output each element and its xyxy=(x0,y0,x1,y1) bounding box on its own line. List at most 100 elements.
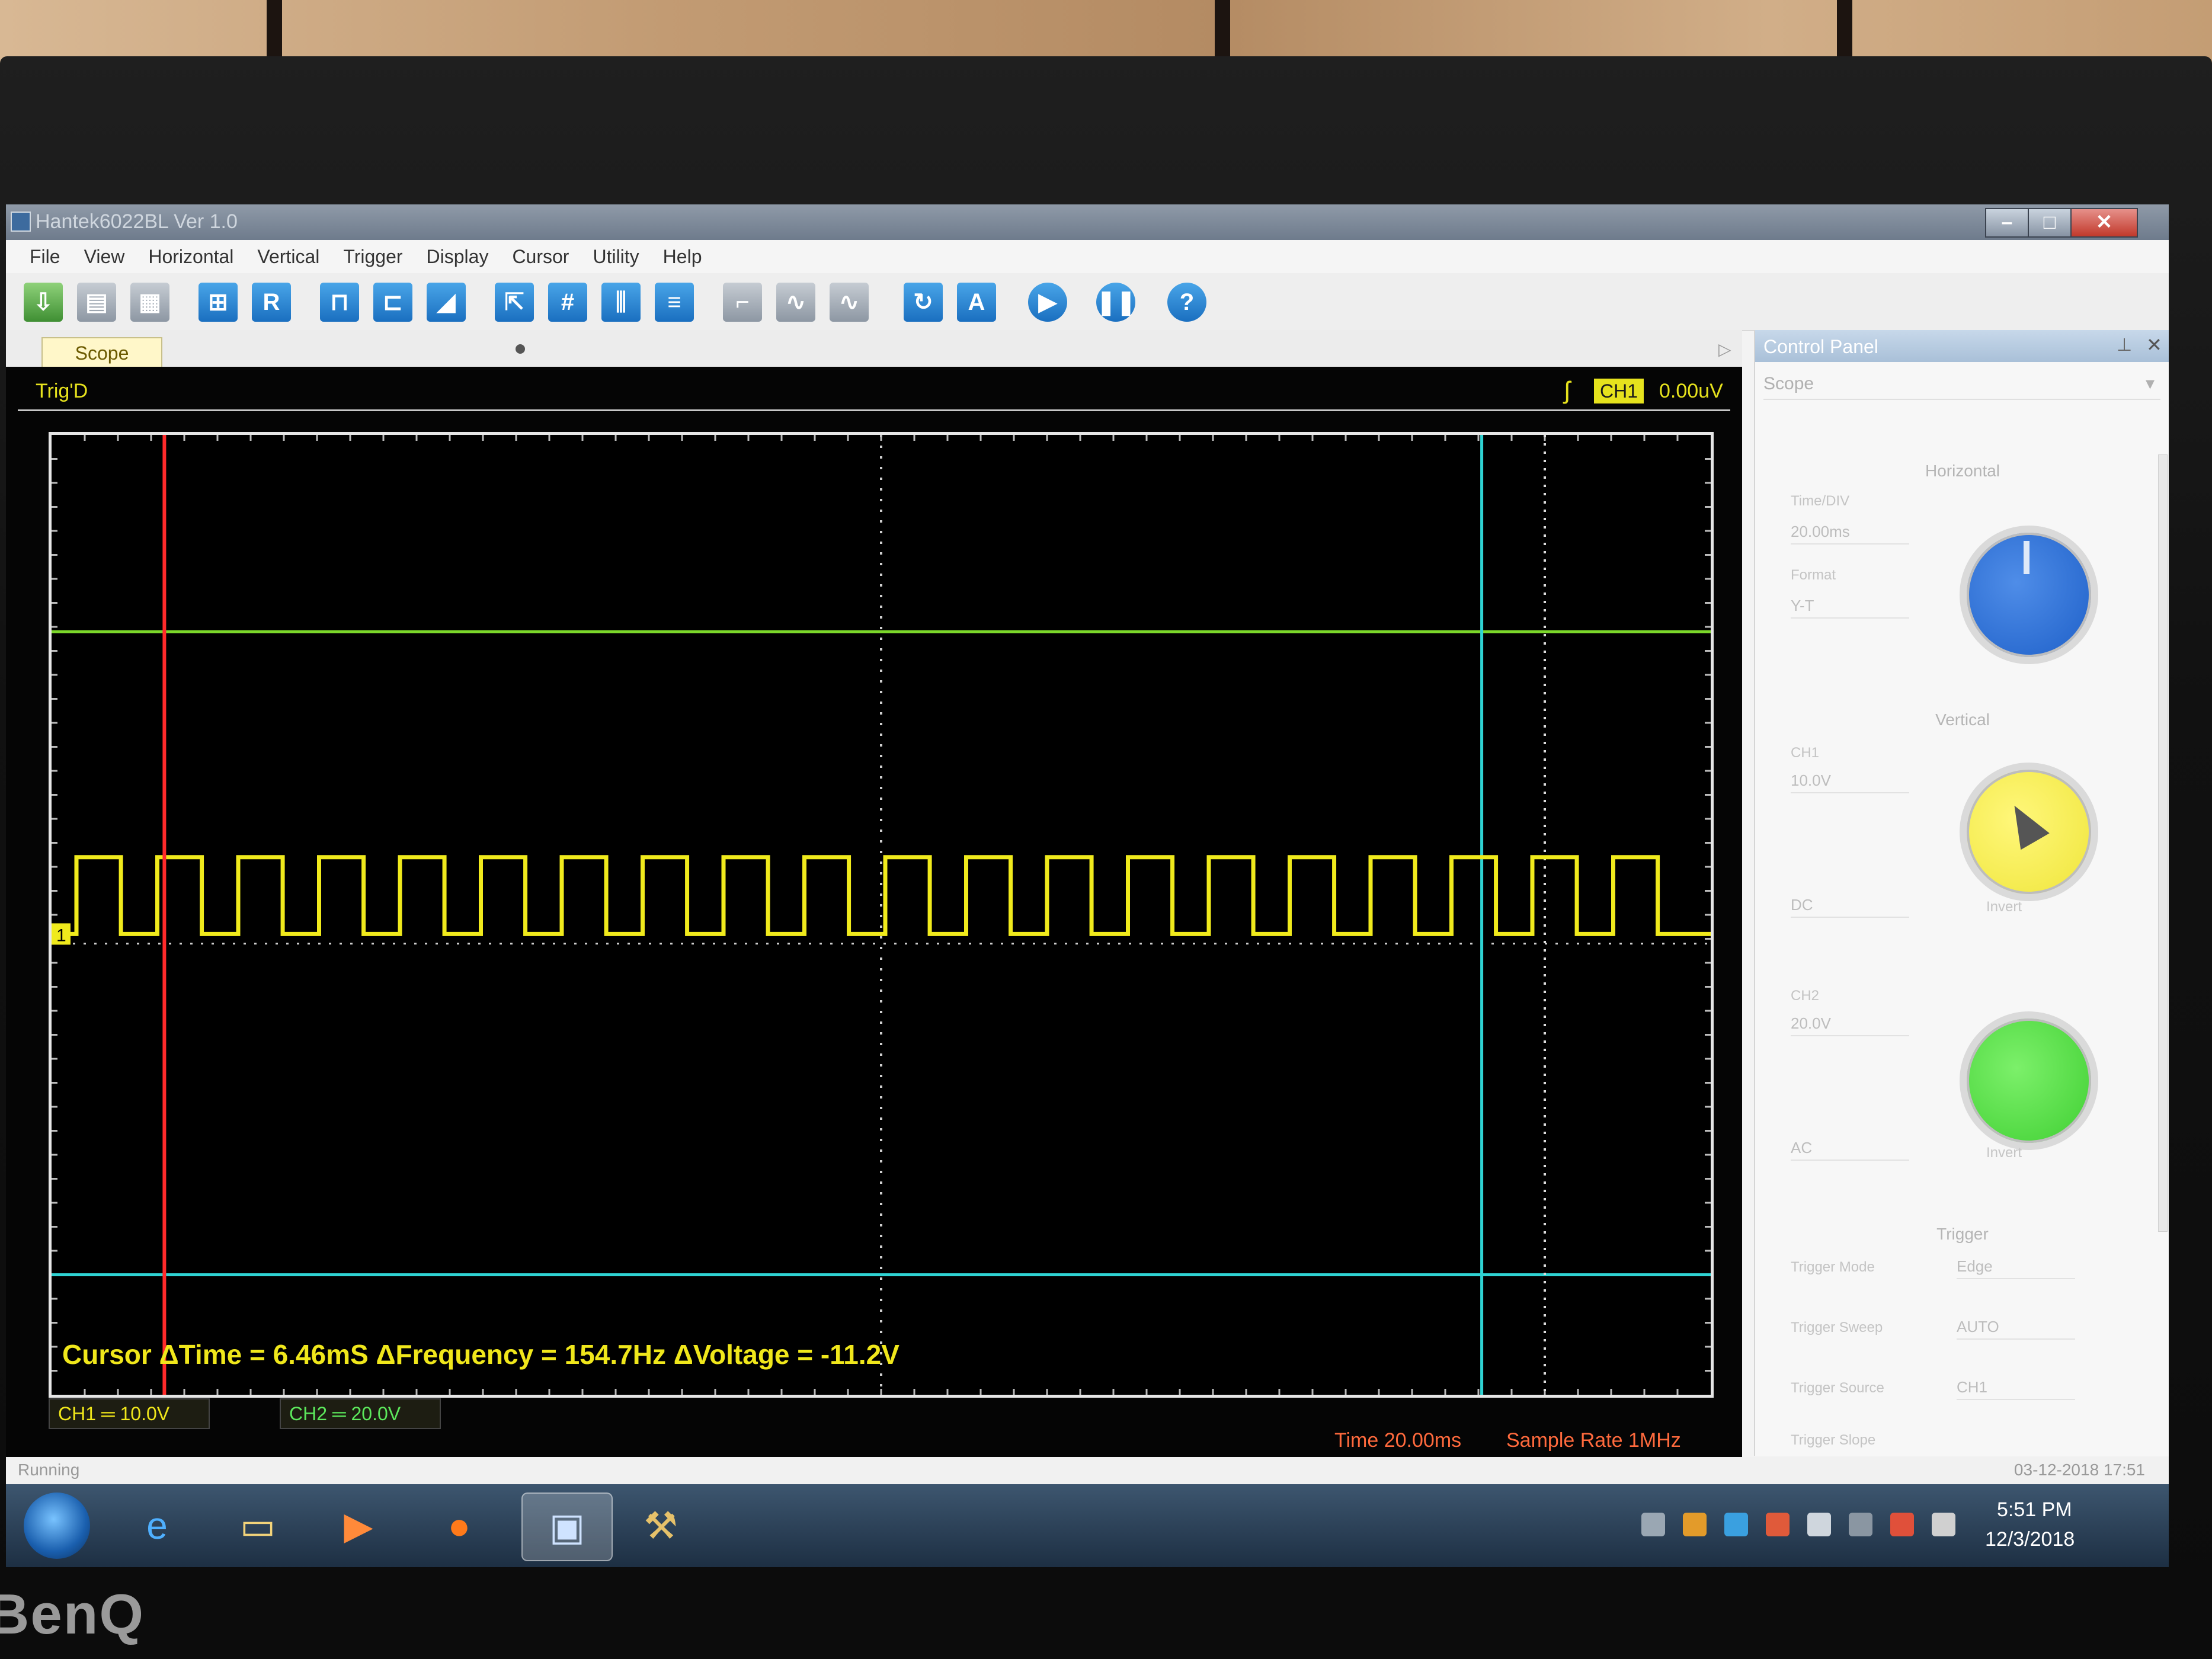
clock-time[interactable]: 5:51 PM xyxy=(1997,1498,2072,1522)
grid-icon[interactable]: # xyxy=(548,283,587,322)
rising-edge-icon: ʃ xyxy=(1564,376,1570,404)
status-text: Running xyxy=(18,1461,80,1479)
trigger-source-label: Trigger Source xyxy=(1791,1380,1884,1396)
trigger-mode-label: Trigger Mode xyxy=(1791,1259,1875,1275)
battery-icon[interactable] xyxy=(1890,1513,1914,1536)
tray-icon[interactable] xyxy=(1724,1513,1748,1536)
trigger-source-select[interactable]: CH1 xyxy=(1957,1375,2075,1400)
open-icon[interactable]: ⇩ xyxy=(24,283,63,322)
flag-icon[interactable] xyxy=(1932,1513,1955,1536)
knob-indicator xyxy=(2000,797,2050,850)
firefox-icon[interactable]: ● xyxy=(421,1493,498,1559)
ch2-label[interactable]: CH2 xyxy=(1791,988,1819,1004)
tray-icon[interactable] xyxy=(1641,1513,1665,1536)
help-icon[interactable]: ? xyxy=(1167,283,1206,322)
trigger-sweep-select[interactable]: AUTO xyxy=(1957,1315,2075,1340)
time-div-select[interactable]: 20.00ms xyxy=(1791,520,1909,545)
tray-icon[interactable] xyxy=(1766,1513,1790,1536)
panel-select[interactable]: Scope ▾ xyxy=(1763,369,2160,400)
menu-view[interactable]: View xyxy=(72,240,137,273)
ch2-invert-checkbox[interactable]: Invert xyxy=(1986,1145,2022,1161)
minimize-button[interactable]: – xyxy=(1985,208,2029,238)
ch2-volt-knob[interactable] xyxy=(1960,1011,2098,1150)
step-icon[interactable]: ⌐ xyxy=(723,283,762,322)
menu-utility[interactable]: Utility xyxy=(581,240,651,273)
scope-app-icon[interactable]: ▣ xyxy=(521,1493,613,1561)
ch1-coupling-select[interactable]: DC xyxy=(1791,893,1909,918)
sine-icon[interactable]: ∿ xyxy=(776,283,815,322)
trigger-status: Trig'D xyxy=(36,380,88,402)
pause-icon[interactable]: ❚❚ xyxy=(1096,283,1136,322)
menu-vertical[interactable]: Vertical xyxy=(245,240,331,273)
calibrate-icon[interactable]: ↻ xyxy=(904,283,943,322)
format-select[interactable]: Y-T xyxy=(1791,594,1909,619)
vertical-cursor-icon[interactable]: ⫼ xyxy=(601,283,641,322)
ch2-volt-select[interactable]: 20.0V xyxy=(1791,1011,1909,1036)
ch2-coupling-select[interactable]: AC xyxy=(1791,1136,1909,1161)
control-panel-header: Control Panel ⊥ ✕ xyxy=(1755,330,2169,362)
menu-display[interactable]: Display xyxy=(415,240,501,273)
title-bar: Hantek6022BL Ver 1.0 – □ ✕ xyxy=(6,204,2169,240)
trigger-level: 0.00uV xyxy=(1659,380,1723,402)
ch1-volt-select[interactable]: 10.0V xyxy=(1791,768,1909,793)
wave-icon[interactable]: ∿ xyxy=(830,283,869,322)
cursor-icon[interactable]: ⇱ xyxy=(495,283,534,322)
tab-strip: Scope ▷ xyxy=(6,330,1742,368)
run-icon[interactable]: ▶ xyxy=(1028,283,1067,322)
taskbar: e ▭ ▶ ● ▣ ⚒ 5:51 PM 12/3/2018 xyxy=(6,1484,2169,1567)
network-icon[interactable] xyxy=(1849,1513,1872,1536)
tab-scroll-right-icon[interactable]: ▷ xyxy=(1718,340,1731,359)
edge-trigger-icon[interactable]: ⊓ xyxy=(320,283,359,322)
ch2-scale: CH2 ═ 20.0V xyxy=(280,1398,441,1429)
app-icon xyxy=(11,212,31,232)
start-button[interactable] xyxy=(24,1493,90,1559)
clock-date[interactable]: 12/3/2018 xyxy=(1985,1528,2075,1551)
waveform-plot[interactable]: 1 xyxy=(49,432,1714,1398)
cursor-readout: Cursor ΔTime = 6.46mS ΔFrequency = 154.7… xyxy=(62,1339,899,1370)
ch1-label[interactable]: CH1 xyxy=(1791,745,1819,761)
ie-icon[interactable]: e xyxy=(119,1493,196,1559)
media-player-icon[interactable]: ▶ xyxy=(320,1493,397,1559)
channel-info-row: CH1 ═ 10.0V CH2 ═ 20.0V Time 20.00ms Sam… xyxy=(49,1395,1714,1452)
section-vertical: Vertical xyxy=(1935,710,1990,729)
trigger-status-bar: Trig'D ʃ CH1 0.00uV xyxy=(18,374,1730,411)
auto-set-icon[interactable]: ⊞ xyxy=(199,283,238,322)
tab-dot-icon xyxy=(516,344,525,354)
control-panel-scrollbar[interactable] xyxy=(2158,454,2168,1232)
menu-help[interactable]: Help xyxy=(651,240,714,273)
close-icon[interactable]: ✕ xyxy=(2146,334,2162,356)
screen: Hantek6022BL Ver 1.0 – □ ✕ File View Horiz… xyxy=(6,204,2169,1567)
close-button[interactable]: ✕ xyxy=(2070,208,2138,238)
explorer-icon[interactable]: ▭ xyxy=(219,1493,296,1559)
tray-icon[interactable] xyxy=(1683,1513,1707,1536)
menu-cursor[interactable]: Cursor xyxy=(500,240,581,273)
pulse-trigger-icon[interactable]: ⊏ xyxy=(373,283,412,322)
trigger-sweep-label: Trigger Sweep xyxy=(1791,1319,1883,1335)
pin-icon[interactable]: ⊥ xyxy=(2117,335,2132,356)
toolbar: ⇩ ▤ ▦ ⊞ R ⊓ ⊏ ◢ ⇱ # ⫼ ≡ ⌐ ∿ ∿ ↻ A ▶ ❚❚ ? xyxy=(6,273,2169,331)
maximize-button[interactable]: □ xyxy=(2028,208,2072,238)
menu-horizontal[interactable]: Horizontal xyxy=(136,240,245,273)
auto-icon[interactable]: A xyxy=(957,283,996,322)
ch1-ground-marker-label: 1 xyxy=(56,925,66,945)
horizontal-cursor-icon[interactable]: ≡ xyxy=(655,283,694,322)
menu-trigger[interactable]: Trigger xyxy=(331,240,414,273)
time-div-label: Time/DIV xyxy=(1791,493,1850,509)
tools-icon[interactable]: ⚒ xyxy=(622,1493,699,1559)
time-base: Time 20.00ms xyxy=(1334,1429,1462,1452)
slope-trigger-icon[interactable]: ◢ xyxy=(427,283,466,322)
trigger-mode-select[interactable]: Edge xyxy=(1957,1254,2075,1279)
time-div-knob[interactable] xyxy=(1960,526,2098,664)
tab-scope[interactable]: Scope xyxy=(41,337,162,368)
save-icon[interactable]: ▤ xyxy=(77,283,116,322)
ch1-volt-knob[interactable] xyxy=(1960,763,2098,901)
menu-file[interactable]: File xyxy=(6,240,72,273)
ch1-invert-checkbox[interactable]: Invert xyxy=(1986,899,2022,915)
system-tray xyxy=(1618,1496,2163,1555)
monitor-brand-logo: BenQ xyxy=(0,1583,145,1646)
reference-icon[interactable]: R xyxy=(252,283,291,322)
print-icon[interactable]: ▦ xyxy=(130,283,169,322)
volume-icon[interactable] xyxy=(1807,1513,1831,1536)
status-datetime: 03-12-2018 17:51 xyxy=(2013,1461,2145,1479)
status-bar: Running 03-12-2018 17:51 xyxy=(6,1457,2169,1484)
